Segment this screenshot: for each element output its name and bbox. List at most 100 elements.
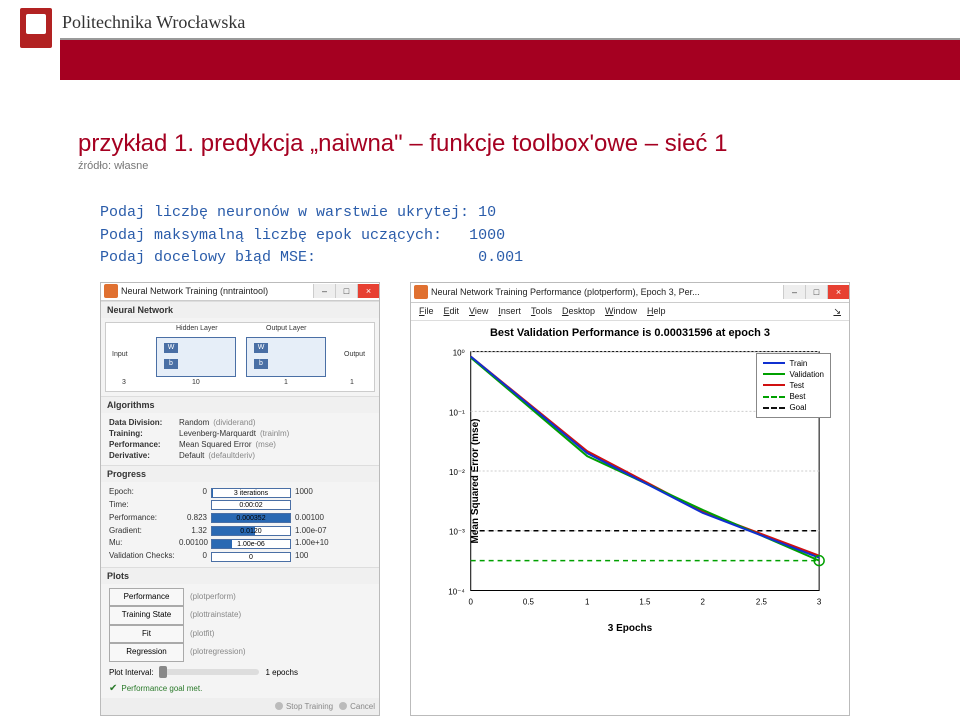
prompt-neurons-value: 10 (478, 204, 496, 221)
matlab-icon (104, 284, 118, 298)
menu-file[interactable]: File (419, 306, 434, 317)
stop-training-button[interactable]: Stop Training (275, 702, 333, 711)
prompt-epochs-value: 1000 (469, 227, 505, 244)
progress-bar: 3 iterations (211, 488, 291, 498)
plot-row: Fit(plotfit) (109, 625, 371, 643)
plot-interval-value: 1 epochs (265, 668, 297, 677)
legend-swatch (763, 384, 785, 386)
section-algorithms: Algorithms (101, 396, 379, 413)
svg-text:10⁰: 10⁰ (453, 348, 465, 357)
menu-help[interactable]: Help (647, 306, 666, 317)
progress-row: Epoch:03 iterations1000 (109, 486, 371, 499)
prompt-mse-value: 0.001 (478, 249, 523, 266)
prompt-neurons-label: Podaj liczbę neuronów w warstwie ukrytej… (100, 204, 469, 221)
prompt-epochs-label: Podaj maksymalną liczbę epok uczących: (100, 227, 442, 244)
matlab-icon (414, 285, 428, 299)
slide-title: przykład 1. predykcja „naiwna" – funkcje… (78, 130, 960, 158)
performance-button[interactable]: Performance (109, 588, 184, 606)
check-icon: ✔ (109, 683, 117, 694)
algo-row: Performance:Mean Squared Error(mse) (109, 439, 371, 450)
legend-swatch (763, 407, 785, 409)
svg-text:0: 0 (469, 597, 474, 606)
code-block: Podaj liczbę neuronów w warstwie ukrytej… (100, 202, 960, 270)
legend-swatch (763, 396, 785, 398)
slide-header: Politechnika Wrocławska (0, 0, 960, 70)
svg-text:2.5: 2.5 (756, 597, 768, 606)
menu-insert[interactable]: Insert (498, 306, 521, 317)
section-neural-network: Neural Network (101, 301, 379, 318)
fit-button[interactable]: Fit (109, 625, 184, 643)
perf-legend: Train Validation Test Best Goal (756, 353, 831, 419)
algo-row: Derivative:Default(defaultderiv) (109, 450, 371, 461)
close-button[interactable]: × (827, 285, 849, 299)
nn-outputlayer-label: Output Layer (266, 325, 306, 332)
progress-table: Epoch:03 iterations1000 Time:0:00:02 Per… (101, 482, 379, 567)
progress-row: Time:0:00:02 (109, 499, 371, 512)
nn-in-size: 3 (122, 379, 126, 386)
legend-swatch (763, 362, 785, 364)
minimize-button[interactable]: – (783, 285, 805, 299)
svg-text:3: 3 (817, 597, 822, 606)
algo-row: Training:Levenberg-Marquardt(trainlm) (109, 428, 371, 439)
regression-button[interactable]: Regression (109, 643, 184, 661)
section-plots: Plots (101, 567, 379, 584)
perf-window-title: Neural Network Training Performance (plo… (431, 287, 783, 297)
progress-row: Mu:0.001001.00e-061.00e+10 (109, 537, 371, 550)
cancel-button[interactable]: Cancel (339, 702, 375, 711)
nn-output-label: Output (344, 351, 365, 358)
nn-out-size: 1 (284, 379, 288, 386)
plotperform-window: Neural Network Training Performance (plo… (410, 282, 850, 716)
nn-out-out: 1 (350, 379, 354, 386)
plot-row: Regression(plotregression) (109, 643, 371, 661)
menu-edit[interactable]: Edit (444, 306, 460, 317)
minimize-button[interactable]: – (313, 284, 335, 298)
tool-footer: Stop Training Cancel (101, 698, 379, 715)
progress-bar: 0.000352 (211, 513, 291, 523)
progress-bar: 1.00e-06 (211, 539, 291, 549)
toolbar-toggle-icon[interactable]: ↘ (833, 306, 841, 317)
menu-desktop[interactable]: Desktop (562, 306, 595, 317)
perf-plot-area: Mean Squared Error (mse) 10⁰ 10⁻¹ 10⁻² 1… (411, 341, 849, 621)
progress-bar: 0.0120 (211, 526, 291, 536)
svg-text:10⁻²: 10⁻² (449, 468, 465, 477)
slide-source: źródło: własne (78, 160, 960, 172)
prompt-mse-label: Podaj docelowy błąd MSE: (100, 249, 316, 266)
panels-row: Neural Network Training (nntraintool) – … (100, 282, 960, 716)
goal-met-message: ✔ Performance goal met. (101, 679, 379, 698)
maximize-button[interactable]: □ (335, 284, 357, 298)
nn-b2: b (254, 359, 268, 369)
perf-chart-title: Best Validation Performance is 0.0003159… (411, 321, 849, 341)
svg-text:2: 2 (700, 597, 705, 606)
legend-swatch (763, 373, 785, 375)
tool-window-title: Neural Network Training (nntraintool) (121, 286, 313, 296)
nn-w2: W (254, 343, 268, 353)
tool-titlebar[interactable]: Neural Network Training (nntraintool) – … (101, 283, 379, 301)
algo-table: Data Division:Random(dividerand) Trainin… (101, 413, 379, 466)
university-name: Politechnika Wrocławska (62, 12, 245, 33)
menu-view[interactable]: View (469, 306, 488, 317)
nn-input-label: Input (112, 351, 128, 358)
close-button[interactable]: × (357, 284, 379, 298)
perf-titlebar[interactable]: Neural Network Training Performance (plo… (411, 283, 849, 303)
nn-w1: W (164, 343, 178, 353)
algo-row: Data Division:Random(dividerand) (109, 417, 371, 428)
progress-bar: 0:00:02 (211, 500, 291, 510)
stop-icon (275, 702, 283, 710)
progress-bar: 0 (211, 552, 291, 562)
maximize-button[interactable]: □ (805, 285, 827, 299)
svg-text:10⁻⁴: 10⁻⁴ (448, 587, 465, 596)
plot-row: Performance(plotperform) (109, 588, 371, 606)
menu-tools[interactable]: Tools (531, 306, 552, 317)
cancel-icon (339, 702, 347, 710)
plot-interval-slider[interactable] (159, 669, 259, 675)
nn-hidden-size: 10 (192, 379, 200, 386)
header-band (60, 40, 960, 80)
svg-text:10⁻³: 10⁻³ (449, 527, 465, 536)
progress-row: Performance:0.8230.0003520.00100 (109, 512, 371, 525)
svg-text:1.5: 1.5 (639, 597, 651, 606)
menu-window[interactable]: Window (605, 306, 637, 317)
training-state-button[interactable]: Training State (109, 606, 184, 624)
title-block: przykład 1. predykcja „naiwna" – funkcje… (78, 130, 960, 172)
nn-hidden-label: Hidden Layer (176, 325, 218, 332)
svg-text:0.5: 0.5 (523, 597, 535, 606)
